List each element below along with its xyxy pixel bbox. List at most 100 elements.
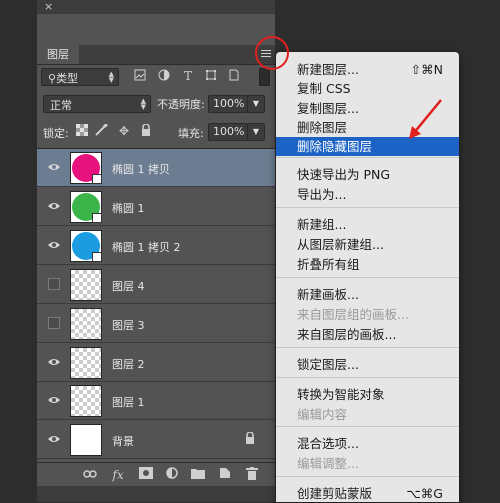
menu-separator	[276, 377, 459, 378]
menu-item: 编辑调整...	[276, 454, 459, 473]
layer-thumbnail	[70, 152, 102, 184]
menu-item[interactable]: 转换为智能对象	[276, 385, 459, 404]
menu-item-label: 复制图层...	[297, 101, 359, 116]
menu-item-label: 编辑调整...	[297, 456, 359, 471]
menu-separator	[276, 207, 459, 208]
menu-item[interactable]: 快速导出为 PNG	[276, 165, 459, 184]
layer-thumbnail	[70, 385, 102, 417]
visibility-toggle[interactable]	[48, 317, 60, 329]
opacity-dropdown-icon[interactable]: ▼	[247, 95, 265, 113]
menu-item-label: 新建图层...	[297, 62, 359, 77]
eye-icon[interactable]	[47, 433, 61, 445]
fill-field[interactable]: 100%	[208, 123, 248, 141]
layers-bottom-bar: fx	[37, 462, 275, 487]
panel-titlebar: ×	[37, 0, 275, 14]
menu-item-label: 删除隐藏图层	[297, 139, 373, 154]
adjustment-filter-icon[interactable]	[157, 69, 171, 83]
stepper-icon: ▲ ▼	[140, 97, 146, 111]
menu-separator	[276, 347, 459, 348]
opacity-value: 100%	[213, 97, 245, 110]
menu-item: 来自图层组的画板...	[276, 305, 459, 324]
lock-label: 锁定:	[43, 127, 69, 140]
layer-row[interactable]: 背景	[37, 421, 275, 459]
highlight-circle-annotation	[255, 36, 289, 70]
menu-item-shortcut: ⇧⌘N	[410, 62, 443, 77]
trash-icon[interactable]	[244, 467, 260, 483]
layer-row[interactable]: 椭圆 1 拷贝 2	[37, 227, 275, 265]
layer-name: 图层 3	[112, 319, 145, 332]
menu-item-label: 创建剪贴蒙版	[297, 486, 373, 501]
layer-thumbnail	[70, 230, 102, 262]
eye-icon[interactable]	[47, 200, 61, 212]
menu-separator	[276, 426, 459, 427]
eye-icon[interactable]	[47, 239, 61, 251]
menu-item-label: 来自图层的画板...	[297, 327, 397, 342]
layer-row[interactable]: 椭圆 1 拷贝	[37, 149, 275, 187]
lock-transparent-icon[interactable]	[75, 124, 89, 138]
smart-object-filter-icon[interactable]	[227, 69, 241, 83]
opacity-field[interactable]: 100%	[208, 95, 248, 113]
layer-name: 椭圆 1	[112, 202, 145, 215]
menu-item[interactable]: 来自图层的画板...	[276, 325, 459, 344]
menu-item[interactable]: 从图层新建组...	[276, 235, 459, 254]
menu-item-label: 导出为...	[297, 187, 347, 202]
fill-dropdown-icon[interactable]: ▼	[247, 123, 265, 141]
menu-item[interactable]: 创建剪贴蒙版 ⌥⌘G	[276, 484, 459, 503]
layer-row[interactable]: 图层 1	[37, 382, 275, 420]
layer-row[interactable]: 图层 4	[37, 266, 275, 304]
visibility-toggle[interactable]	[48, 278, 60, 290]
type-filter-icon[interactable]: T	[181, 69, 195, 83]
stepper-icon: ▲ ▼	[108, 70, 114, 84]
menu-item-label: 复制 CSS	[297, 81, 351, 96]
lock-icon[interactable]	[245, 432, 255, 444]
panel-footer	[37, 486, 275, 502]
layer-thumbnail	[70, 424, 102, 456]
layers-panel: × 图层 ⚲类型 ▲▼ T 正常 ▲▼ 不透明度: 100% ▼ 锁定: ✥	[37, 0, 275, 502]
menu-item-label: 从图层新建组...	[297, 237, 384, 252]
layer-row[interactable]: 图层 3	[37, 305, 275, 343]
menu-item[interactable]: 新建组...	[276, 215, 459, 234]
menu-item[interactable]: 新建图层... ⇧⌘N	[276, 60, 459, 79]
blend-mode-value: 正常	[50, 99, 72, 112]
pixel-filter-icon[interactable]	[133, 69, 147, 83]
folder-icon[interactable]	[190, 467, 206, 483]
menu-item[interactable]: 锁定图层...	[276, 355, 459, 374]
layer-name: 图层 4	[112, 280, 145, 293]
menu-item-label: 折叠所有组	[297, 257, 360, 272]
menu-separator	[276, 277, 459, 278]
filter-toggle[interactable]	[259, 68, 270, 86]
lock-all-icon[interactable]	[139, 123, 153, 138]
adjustment-icon[interactable]	[164, 467, 180, 483]
menu-item-label: 混合选项...	[297, 436, 359, 451]
menu-item[interactable]: 新建画板...	[276, 285, 459, 304]
layer-row[interactable]: 图层 2	[37, 344, 275, 382]
search-icon: ⚲	[48, 72, 57, 85]
eye-icon[interactable]	[47, 394, 61, 406]
red-arrow-annotation	[409, 99, 442, 139]
menu-item-label: 锁定图层...	[297, 357, 359, 372]
fx-icon[interactable]: fx	[110, 467, 126, 483]
menu-item[interactable]: 混合选项...	[276, 434, 459, 453]
layer-name: 椭圆 1 拷贝 2	[112, 241, 181, 254]
filter-kind-select[interactable]: ⚲类型 ▲ ▼	[41, 68, 119, 86]
layer-name: 图层 1	[112, 396, 145, 409]
menu-item[interactable]: 复制 CSS	[276, 79, 459, 98]
lock-move-icon[interactable]: ✥	[117, 124, 131, 138]
menu-item-shortcut: ⌥⌘G	[406, 486, 443, 501]
lock-paint-icon[interactable]	[95, 122, 109, 138]
menu-item[interactable]: 折叠所有组	[276, 255, 459, 274]
shape-filter-icon[interactable]	[204, 69, 218, 83]
close-icon[interactable]: ×	[44, 1, 53, 13]
blend-mode-select[interactable]: 正常 ▲ ▼	[43, 95, 151, 113]
eye-icon[interactable]	[47, 161, 61, 173]
tab-layers[interactable]: 图层	[37, 45, 79, 64]
menu-item-label: 来自图层组的画板...	[297, 307, 409, 322]
layer-thumbnail	[70, 347, 102, 379]
link-icon[interactable]	[82, 467, 98, 483]
eye-icon[interactable]	[47, 356, 61, 368]
layer-row[interactable]: 椭圆 1	[37, 188, 275, 226]
menu-item[interactable]: 导出为...	[276, 185, 459, 204]
new-layer-icon[interactable]	[217, 467, 233, 483]
layer-thumbnail	[70, 191, 102, 223]
mask-icon[interactable]	[138, 467, 154, 483]
